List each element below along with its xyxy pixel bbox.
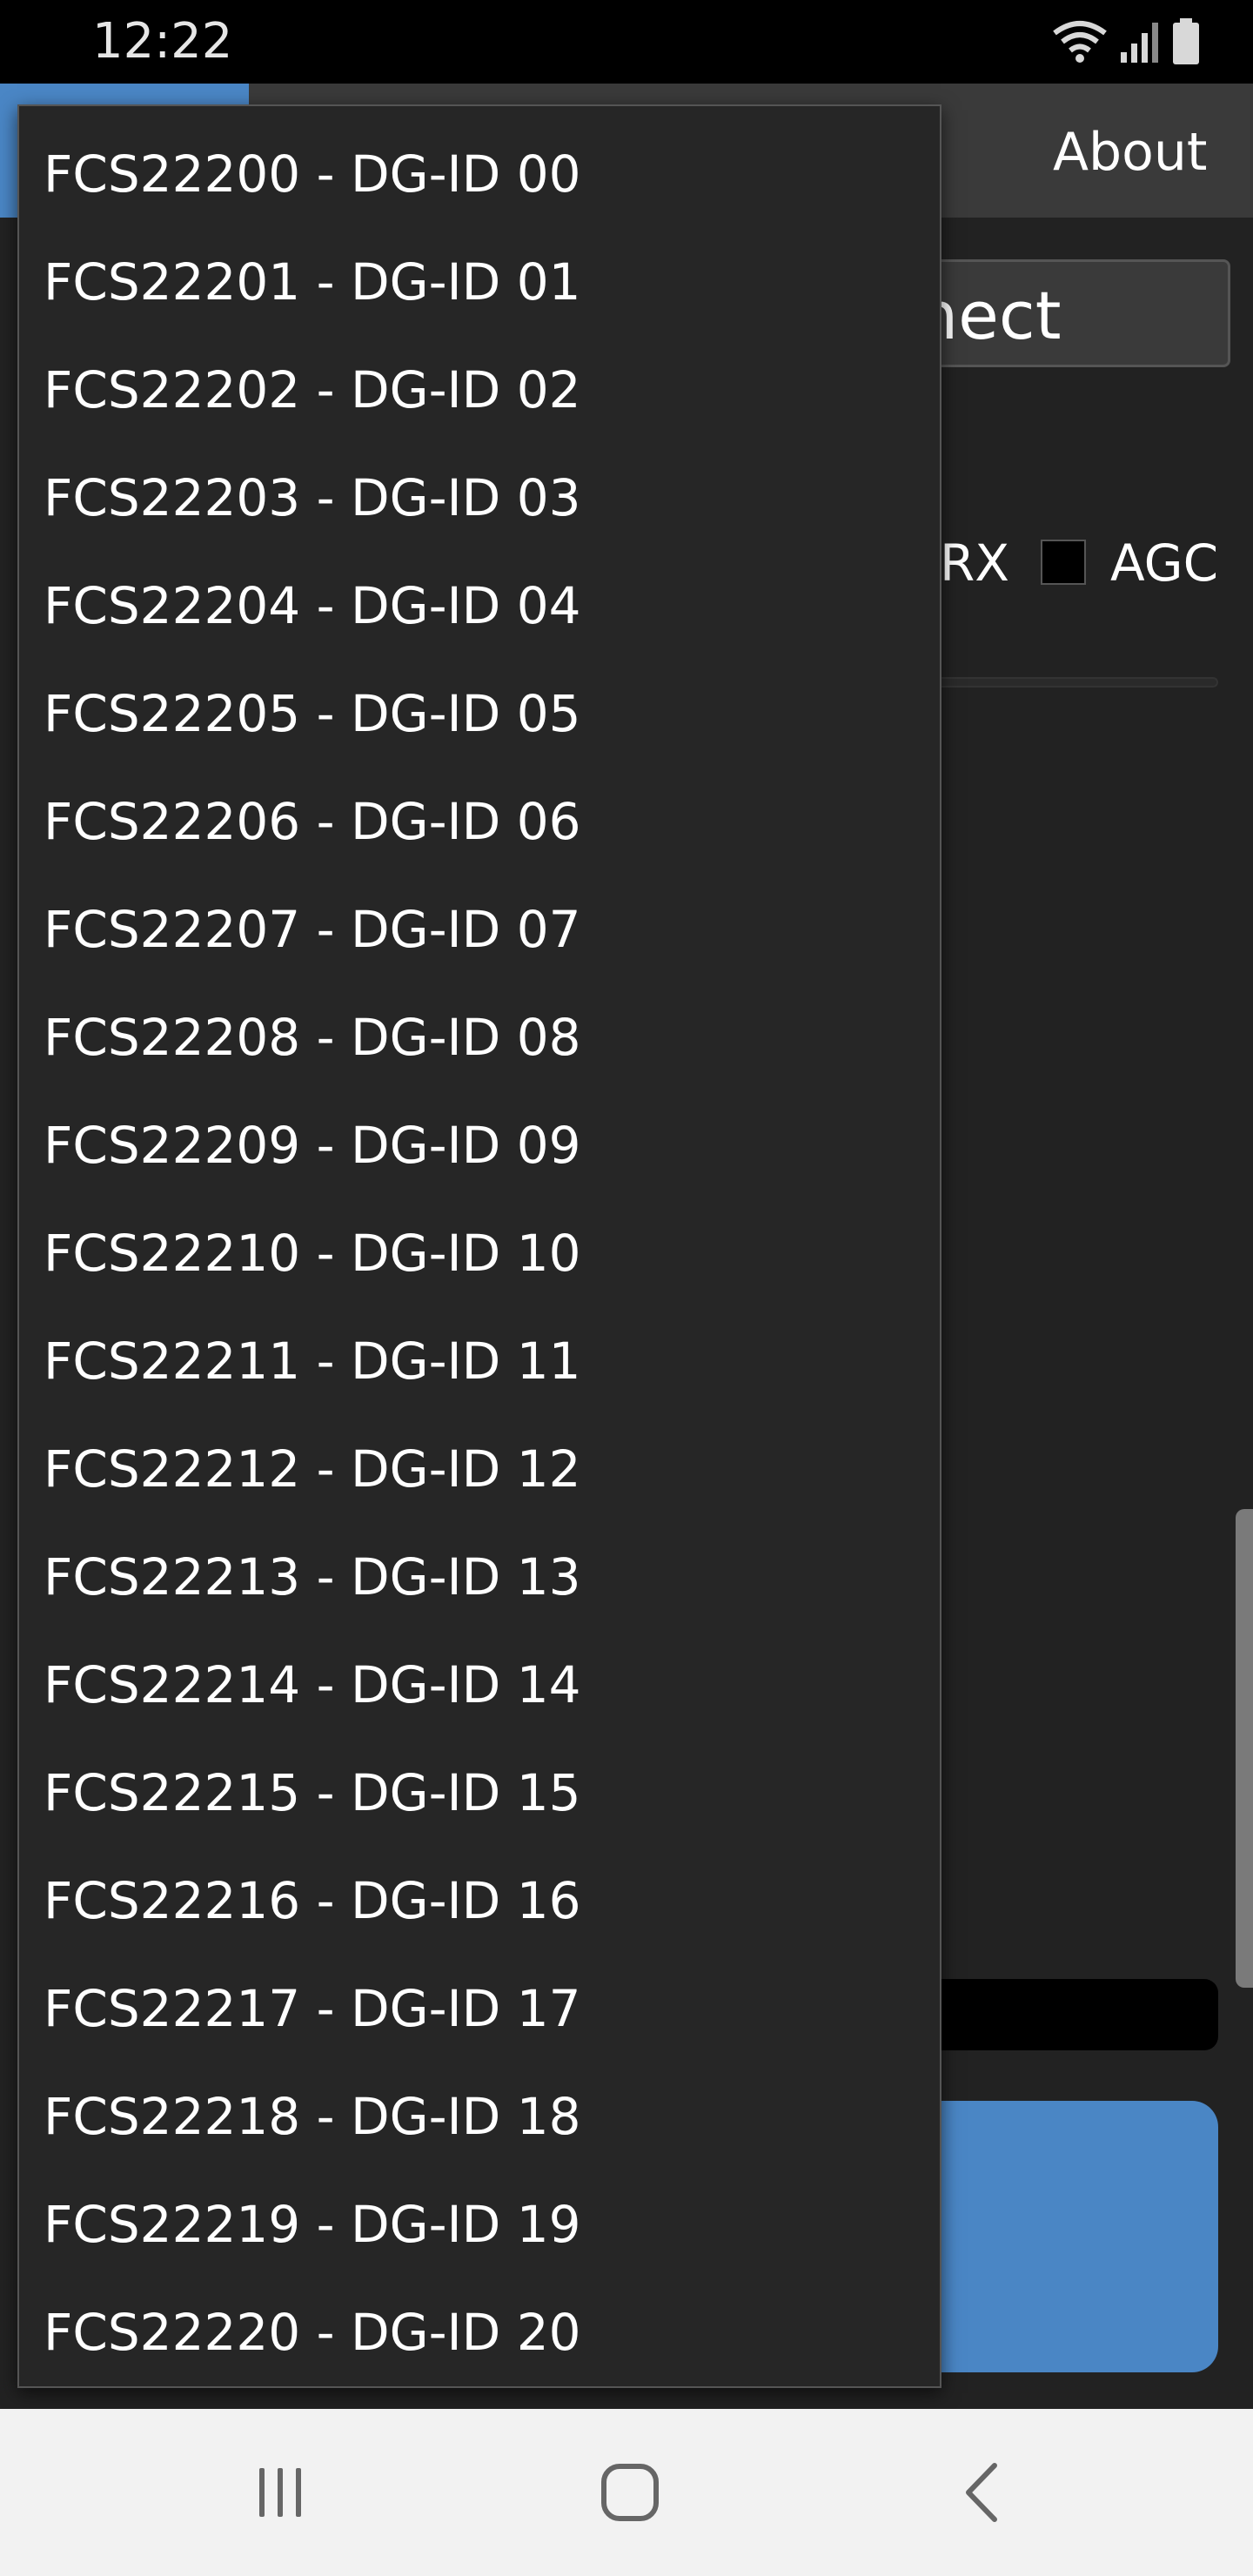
agc-label: AGC <box>1110 533 1219 593</box>
dropdown-item[interactable]: FCS22218 - DG-ID 18 <box>19 2063 940 2170</box>
dropdown-item[interactable]: FCS22214 - DG-ID 14 <box>19 1631 940 1739</box>
home-button[interactable] <box>586 2449 673 2536</box>
recent-apps-button[interactable] <box>237 2449 324 2536</box>
status-time: 12:22 <box>92 13 233 70</box>
signal-icon <box>1121 23 1158 63</box>
dropdown-item[interactable]: FCS22219 - DG-ID 19 <box>19 2170 940 2278</box>
dropdown-item[interactable]: FCS22204 - DG-ID 04 <box>19 552 940 660</box>
dropdown-item[interactable]: FCS22210 - DG-ID 10 <box>19 1199 940 1307</box>
recent-apps-icon <box>259 2468 301 2517</box>
status-icons <box>1051 16 1201 68</box>
dg-id-dropdown: FCS22200 - DG-ID 00 FCS22201 - DG-ID 01 FC… <box>17 104 941 2388</box>
status-bar: 12:22 <box>0 0 1253 84</box>
dropdown-item[interactable]: FCS22209 - DG-ID 09 <box>19 1091 940 1199</box>
dropdown-item[interactable]: FCS22201 - DG-ID 01 <box>19 228 940 336</box>
dropdown-item[interactable]: FCS22211 - DG-ID 11 <box>19 1307 940 1415</box>
back-button[interactable] <box>938 2449 1025 2536</box>
dropdown-item[interactable]: FCS22206 - DG-ID 06 <box>19 768 940 875</box>
dropdown-item[interactable]: FCS22213 - DG-ID 13 <box>19 1523 940 1631</box>
dropdown-padding <box>19 106 940 120</box>
scrollbar[interactable] <box>1236 1509 1253 1988</box>
dropdown-item[interactable]: FCS22205 - DG-ID 05 <box>19 660 940 768</box>
screen: 12:22 s About <box>0 0 1253 2576</box>
dropdown-item[interactable]: FCS22216 - DG-ID 16 <box>19 1847 940 1955</box>
home-icon <box>601 2464 659 2521</box>
dropdown-item[interactable]: FCS22220 - DG-ID 20 <box>19 2278 940 2386</box>
dropdown-item[interactable]: FCS22212 - DG-ID 12 <box>19 1415 940 1523</box>
rx-label: RX <box>940 533 1010 593</box>
agc-checkbox[interactable] <box>1041 540 1086 585</box>
dropdown-item[interactable]: FCS22203 - DG-ID 03 <box>19 444 940 552</box>
dropdown-item[interactable]: FCS22215 - DG-ID 15 <box>19 1739 940 1847</box>
nav-bar <box>0 2409 1253 2576</box>
back-icon <box>966 2463 997 2522</box>
wifi-icon <box>1053 21 1107 63</box>
dropdown-item[interactable]: FCS22217 - DG-ID 17 <box>19 1955 940 2063</box>
dropdown-item[interactable]: FCS22207 - DG-ID 07 <box>19 875 940 983</box>
dropdown-item[interactable]: FCS22202 - DG-ID 02 <box>19 336 940 444</box>
battery-icon <box>1173 18 1199 64</box>
dropdown-item[interactable]: FCS22200 - DG-ID 00 <box>19 120 940 228</box>
dropdown-item[interactable]: FCS22208 - DG-ID 08 <box>19 983 940 1091</box>
tab-about[interactable]: About <box>1053 122 1207 183</box>
